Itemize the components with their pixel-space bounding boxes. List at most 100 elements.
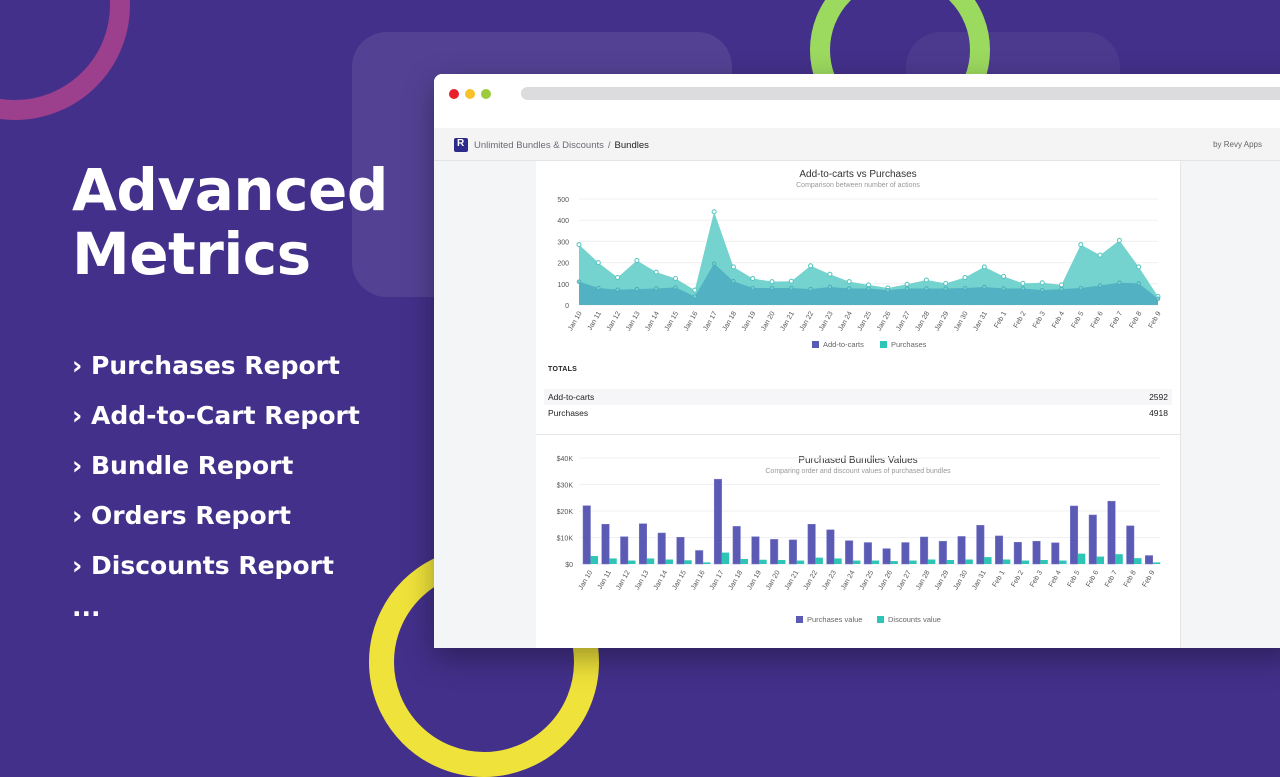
- data-point-add-to-carts: [1020, 286, 1026, 291]
- data-point-purchases: [1136, 264, 1142, 270]
- x-tick-label: Feb 2: [1010, 569, 1025, 588]
- data-point-purchases: [788, 278, 794, 284]
- close-window-button[interactable]: [449, 89, 459, 99]
- x-tick-label: Feb 7: [1104, 569, 1119, 588]
- x-tick-label: Jan 31: [971, 569, 988, 591]
- data-point-add-to-carts: [769, 285, 775, 291]
- bar-purchases-value: [1051, 542, 1060, 565]
- data-point-add-to-carts: [1136, 281, 1141, 286]
- bar-discounts-value: [740, 558, 748, 564]
- data-point-purchases: [576, 242, 582, 248]
- bar-discounts-value: [1002, 559, 1011, 564]
- data-point-purchases: [1039, 280, 1045, 286]
- bar-discounts-value: [796, 560, 805, 564]
- bar-purchases-value: [957, 536, 966, 565]
- data-point-purchases: [692, 287, 698, 293]
- bar-discounts-value: [721, 552, 730, 564]
- data-point-add-to-carts: [808, 286, 813, 292]
- bar-purchases-value: [863, 542, 872, 565]
- bar-purchases-value: [920, 536, 929, 565]
- bar-discounts-value: [777, 560, 786, 564]
- data-point-add-to-carts: [982, 284, 987, 290]
- x-tick-label: Jan 27: [895, 310, 912, 332]
- x-tick-label: Jan 26: [876, 310, 893, 332]
- address-bar[interactable]: [521, 87, 1280, 100]
- feature-item: › Bundle Report: [72, 451, 294, 480]
- bar-purchases-value: [582, 505, 591, 565]
- x-tick-label: Jan 14: [644, 310, 661, 332]
- data-point-add-to-carts: [866, 286, 871, 291]
- data-point-add-to-carts: [1078, 285, 1083, 291]
- breadcrumb-app-link[interactable]: Unlimited Bundles & Discounts: [474, 140, 604, 151]
- bar-discounts-value: [965, 559, 973, 564]
- data-point-purchases: [1116, 237, 1122, 243]
- data-point-add-to-carts: [653, 286, 659, 291]
- app-header: Unlimited Bundles & Discounts / Bundles …: [434, 128, 1280, 161]
- bar-purchases-value: [713, 478, 722, 565]
- hero-title-line-1: Advanced: [72, 156, 388, 224]
- x-tick-label: Jan 28: [915, 310, 932, 332]
- data-point-add-to-carts: [1040, 287, 1045, 293]
- bar-discounts-value: [871, 560, 880, 564]
- breadcrumb: Unlimited Bundles & Discounts / Bundles: [454, 138, 649, 152]
- x-tick-label: Jan 25: [857, 310, 874, 332]
- x-tick-label: Jan 31: [972, 310, 989, 332]
- data-point-purchases: [1001, 273, 1007, 279]
- data-point-add-to-carts: [711, 261, 717, 266]
- bar-discounts-value: [590, 556, 598, 564]
- minimize-window-button[interactable]: [465, 89, 475, 99]
- data-point-add-to-carts: [1097, 283, 1103, 288]
- y-tick-label: $30K: [557, 483, 574, 490]
- bar-purchases-value: [901, 542, 910, 565]
- bar-purchases-value: [807, 524, 816, 565]
- bar-purchases-value: [770, 539, 779, 565]
- x-tick-label: Jan 12: [606, 310, 623, 332]
- maximize-window-button[interactable]: [481, 89, 491, 99]
- x-tick-label: Feb 3: [1032, 310, 1047, 329]
- y-tick-label: $40K: [557, 456, 574, 463]
- x-tick-label: Jan 11: [597, 569, 613, 590]
- bar-discounts-value: [684, 560, 692, 564]
- bar-purchases-value: [601, 524, 610, 565]
- x-tick-label: Jan 11: [587, 310, 603, 331]
- y-tick-label: $20K: [557, 509, 574, 516]
- data-point-add-to-carts: [673, 285, 678, 290]
- breadcrumb-current: Bundles: [614, 139, 649, 151]
- feature-more: ...: [72, 593, 101, 622]
- legend-label: Purchases value: [807, 615, 862, 624]
- browser-window: Unlimited Bundles & Discounts / Bundles …: [434, 74, 1280, 648]
- bar-purchases-value: [826, 529, 835, 565]
- bar-chart: $0$10K$20K$30K$40KJan 10 Jan 11 Jan 12 Jan …: [557, 456, 1161, 624]
- data-point-add-to-carts: [615, 287, 620, 292]
- x-tick-label: Jan 10: [578, 569, 595, 591]
- bar-purchases-value: [620, 536, 629, 565]
- data-point-add-to-carts: [885, 287, 890, 293]
- bar-discounts-value: [759, 559, 767, 564]
- x-tick-label: Jan 19: [741, 310, 758, 332]
- x-tick-label: Jan 13: [625, 310, 642, 332]
- bar-discounts-value: [1040, 560, 1048, 564]
- y-tick-label: 200: [557, 261, 569, 268]
- bar-purchases-value: [845, 540, 854, 565]
- x-tick-label: Jan 18: [722, 310, 739, 332]
- x-tick-label: Feb 8: [1128, 310, 1143, 329]
- x-tick-label: Jan 25: [859, 569, 876, 591]
- bar-discounts-value: [1115, 554, 1123, 564]
- bar-discounts-value: [1096, 556, 1105, 564]
- data-point-purchases: [595, 260, 601, 266]
- bar-discounts-value: [1021, 560, 1030, 564]
- breadcrumb-separator: /: [607, 139, 611, 151]
- x-tick-label: Feb 9: [1141, 569, 1156, 588]
- bar-discounts-value: [609, 558, 617, 564]
- y-tick-label: $10K: [557, 536, 574, 543]
- bar-purchases-value: [676, 536, 685, 565]
- right-gutter: [1180, 161, 1280, 648]
- data-point-purchases: [866, 282, 871, 288]
- x-tick-label: Jan 29: [934, 569, 951, 591]
- hero-title-line-2: Metrics: [72, 220, 311, 288]
- bar-discounts-value: [1059, 560, 1067, 564]
- bar-purchases-value: [1032, 540, 1041, 565]
- x-tick-label: Jan 14: [653, 569, 670, 591]
- data-point-purchases: [673, 276, 678, 281]
- x-tick-label: Jan 16: [690, 569, 707, 591]
